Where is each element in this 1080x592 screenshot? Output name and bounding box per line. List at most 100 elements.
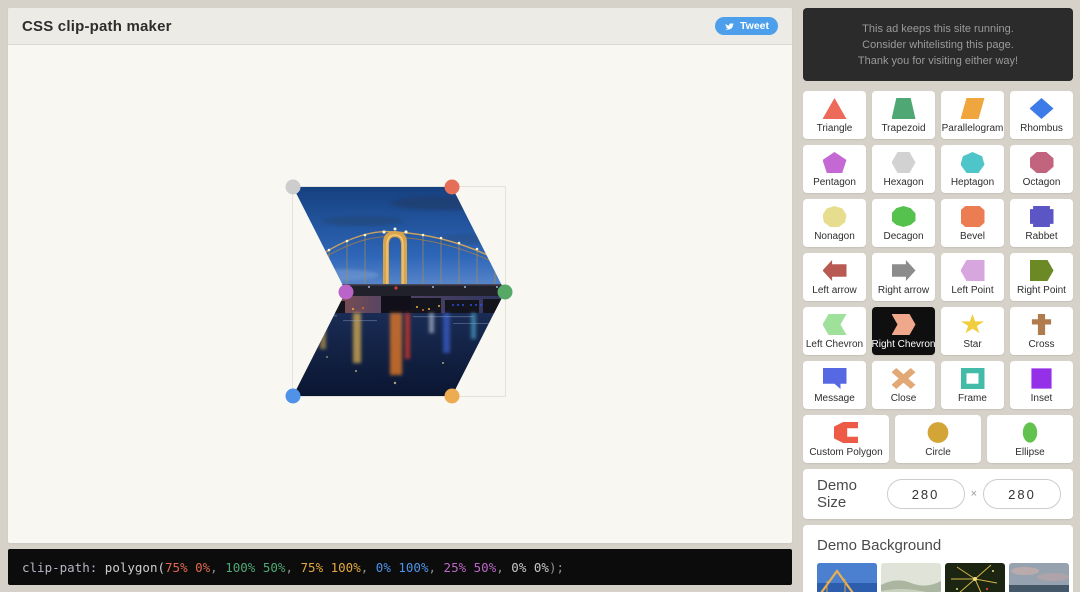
demo-size-label: Demo Size	[817, 477, 858, 511]
shape-star[interactable]: Star	[941, 307, 1004, 355]
pentagon-icon	[822, 152, 847, 173]
shape-label: Pentagon	[813, 177, 856, 188]
shape-nonagon[interactable]: Nonagon	[803, 199, 866, 247]
star-icon	[960, 314, 985, 334]
decagon-icon	[891, 206, 916, 227]
demo-width-input[interactable]	[886, 479, 965, 509]
shape-label: Left arrow	[812, 285, 857, 296]
shape-label: Nonagon	[814, 231, 855, 242]
main-panel: CSS clip-path maker Tweet	[8, 8, 792, 543]
shape-label: Rhombus	[1020, 123, 1063, 134]
shape-hexagon[interactable]: Hexagon	[872, 145, 935, 193]
shape-triangle[interactable]: Triangle	[803, 91, 866, 139]
background-thumbnails	[817, 563, 1069, 592]
rhombus-icon	[1029, 98, 1054, 119]
shape-custom-polygon[interactable]: Custom Polygon	[803, 415, 889, 463]
shape-label: Right Chevron	[872, 339, 935, 350]
background-thumbnail-bridge[interactable]	[817, 563, 877, 592]
background-thumbnail-fireworks[interactable]	[945, 563, 1005, 592]
shape-left-chevron[interactable]: Left Chevron	[803, 307, 866, 355]
shape-message[interactable]: Message	[803, 361, 866, 409]
shape-decagon[interactable]: Decagon	[872, 199, 935, 247]
left-point-icon	[960, 260, 985, 281]
shape-left-point[interactable]: Left Point	[941, 253, 1004, 301]
shape-right-point[interactable]: Right Point	[1010, 253, 1073, 301]
triangle-icon	[822, 98, 847, 119]
right-chevron-icon	[891, 314, 916, 335]
shape-pentagon[interactable]: Pentagon	[803, 145, 866, 193]
circle-icon	[927, 422, 949, 443]
shape-label: Frame	[958, 393, 987, 404]
shape-heptagon[interactable]: Heptagon	[941, 145, 1004, 193]
shape-left-arrow[interactable]: Left arrow	[803, 253, 866, 301]
demo-height-input[interactable]	[983, 479, 1061, 509]
handle-top-left[interactable]	[285, 179, 301, 195]
shape-cross[interactable]: Cross	[1010, 307, 1073, 355]
shape-frame[interactable]: Frame	[941, 361, 1004, 409]
shape-label: Message	[814, 393, 855, 404]
rabbet-icon	[1029, 206, 1054, 227]
ad-notice: This ad keeps this site running. Conside…	[803, 8, 1073, 81]
shape-label: Close	[890, 393, 917, 404]
demo-canvas[interactable]	[8, 45, 792, 543]
shape-label: Bevel	[959, 231, 985, 242]
trapezoid-icon	[891, 98, 916, 119]
shape-label: Ellipse	[1015, 447, 1045, 458]
shape-circle[interactable]: Circle	[895, 415, 981, 463]
size-separator: ×	[970, 488, 977, 500]
clip-path-code: clip-path: polygon(75% 0%, 100% 50%, 75%…	[22, 559, 564, 575]
shape-label: Octagon	[1022, 177, 1061, 188]
handle-bottom-75[interactable]	[444, 388, 460, 404]
handle-left-middle[interactable]	[338, 284, 354, 299]
shape-inset[interactable]: Inset	[1010, 361, 1073, 409]
page-title: CSS clip-path maker	[22, 17, 172, 35]
shape-label: Decagon	[883, 231, 924, 242]
shape-label: Triangle	[816, 123, 853, 134]
shape-rabbet[interactable]: Rabbet	[1010, 199, 1073, 247]
shape-label: Custom Polygon	[809, 447, 883, 458]
shape-label: Hexagon	[883, 177, 924, 188]
shape-label: Rabbet	[1025, 231, 1058, 242]
shape-label: Cross	[1028, 339, 1055, 350]
demo-image-clipped[interactable]	[293, 187, 505, 396]
shape-close[interactable]: Close	[872, 361, 935, 409]
tweet-button[interactable]: Tweet	[715, 17, 778, 35]
background-thumbnail-landscape[interactable]	[881, 563, 941, 592]
shape-label: Heptagon	[950, 177, 995, 188]
background-thumbnail-beach[interactable]	[1009, 563, 1069, 592]
ad-line: Consider whitelisting this page.	[862, 39, 1014, 51]
shape-label: Trapezoid	[881, 123, 926, 134]
shape-bevel[interactable]: Bevel	[941, 199, 1004, 247]
handle-bottom-left[interactable]	[285, 388, 301, 404]
demo-bounding-box	[285, 179, 513, 404]
ad-line: Thank you for visiting either way!	[857, 55, 1019, 67]
left-arrow-icon	[822, 260, 847, 281]
shape-ellipse[interactable]: Ellipse	[987, 415, 1073, 463]
shape-right-chevron[interactable]: Right Chevron	[872, 307, 935, 355]
tweet-button-label: Tweet	[740, 20, 769, 32]
cross-icon	[1031, 314, 1052, 335]
right-arrow-icon	[891, 260, 916, 281]
demo-background-label: Demo Background	[817, 537, 942, 554]
shape-trapezoid[interactable]: Trapezoid	[872, 91, 935, 139]
frame-icon	[960, 368, 985, 389]
handle-right-middle[interactable]	[497, 284, 513, 299]
twitter-bird-icon	[724, 21, 736, 31]
css-output-bar: clip-path: polygon(75% 0%, 100% 50%, 75%…	[8, 549, 792, 585]
ad-line: This ad keeps this site running.	[862, 23, 1014, 35]
shape-label: Left Point	[951, 285, 994, 296]
shape-right-arrow[interactable]: Right arrow	[872, 253, 935, 301]
handle-top-75[interactable]	[444, 179, 460, 195]
bridge-photo	[293, 187, 505, 396]
left-chevron-icon	[822, 314, 847, 335]
custom-polygon-icon	[834, 422, 858, 443]
shape-parallelogram[interactable]: Parallelogram	[941, 91, 1004, 139]
demo-background-panel: Demo Background	[803, 525, 1073, 592]
parallelogram-icon	[960, 98, 985, 119]
nonagon-icon	[822, 206, 847, 227]
shape-label: Circle	[925, 447, 951, 458]
heptagon-icon	[960, 152, 985, 173]
shape-octagon[interactable]: Octagon	[1010, 145, 1073, 193]
sidebar: This ad keeps this site running. Conside…	[803, 8, 1073, 592]
shape-rhombus[interactable]: Rhombus	[1010, 91, 1073, 139]
